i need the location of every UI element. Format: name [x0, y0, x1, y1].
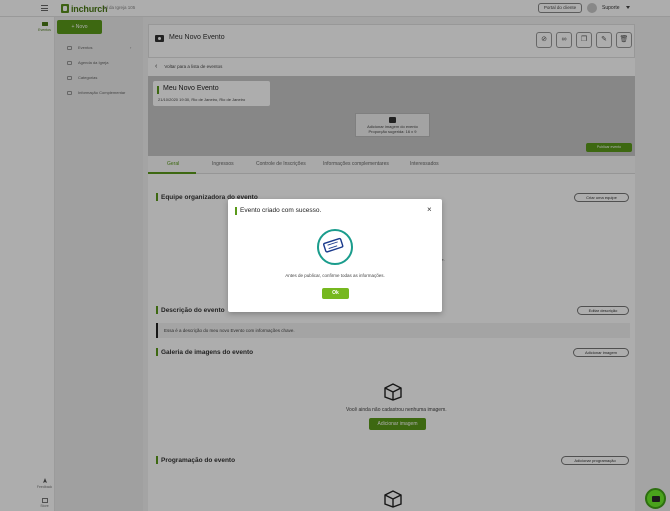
- chat-button[interactable]: [645, 488, 666, 509]
- ticket-success-icon: [317, 229, 353, 265]
- accent-bar: [235, 207, 237, 215]
- modal-message: Antes de publicar, confirme todas as inf…: [285, 273, 385, 278]
- success-modal: Evento criado com sucesso. × Antes de pu…: [228, 199, 442, 312]
- ok-button[interactable]: Ok: [322, 288, 349, 299]
- modal-title: Evento criado com sucesso.: [240, 207, 322, 214]
- ticket-icon: [323, 237, 344, 253]
- close-icon[interactable]: ×: [427, 206, 432, 214]
